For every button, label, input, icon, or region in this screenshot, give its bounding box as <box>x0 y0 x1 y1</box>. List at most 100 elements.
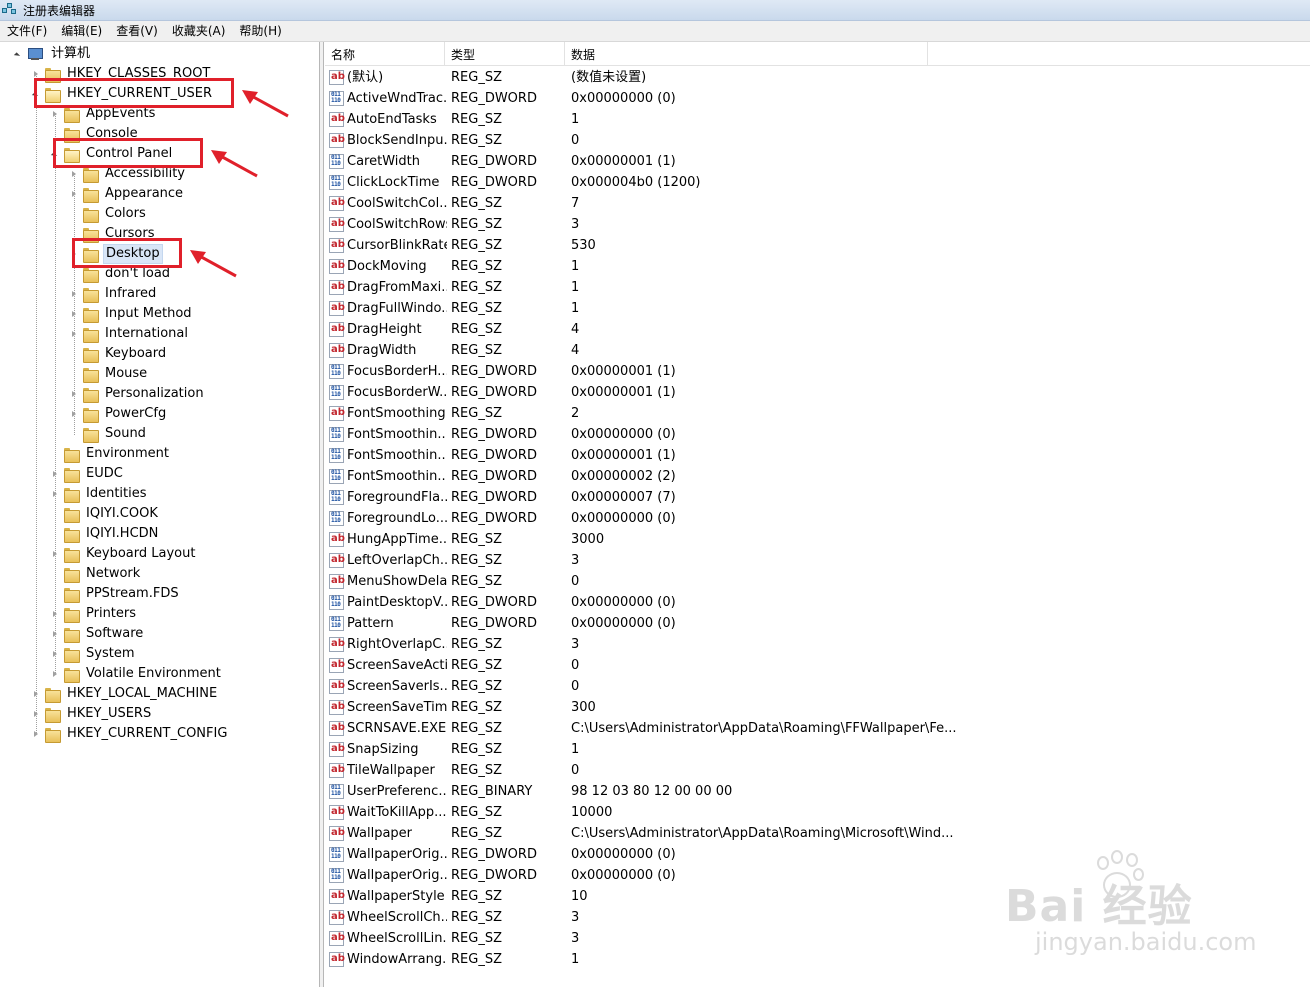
tree-node-iqiyi-cook[interactable]: IQIYI.COOK <box>51 504 160 524</box>
value-data-cell: 98 12 03 80 12 00 00 00 <box>571 784 733 799</box>
menu-edit[interactable]: 编辑(E) <box>54 21 109 41</box>
folder-icon <box>83 287 99 303</box>
tree-node-identities[interactable]: Identities <box>51 484 149 504</box>
value-row[interactable]: FontSmoothin... REG_DWORD 0x00000001 (1) <box>325 445 1310 466</box>
value-row[interactable]: ForegroundFla... REG_DWORD 0x00000007 (7) <box>325 487 1310 508</box>
folder-icon <box>64 467 80 483</box>
pane-splitter[interactable] <box>320 42 324 987</box>
tree-node-input-method[interactable]: Input Method <box>70 304 194 324</box>
value-type-cell: REG_DWORD <box>451 175 537 190</box>
tree-node-colors[interactable]: Colors <box>70 204 148 224</box>
value-row[interactable]: DragFromMaxi... REG_SZ 1 <box>325 277 1310 298</box>
tree-node-eudc[interactable]: EUDC <box>51 464 125 484</box>
tree-node-iqiyi-hcdn[interactable]: IQIYI.HCDN <box>51 524 160 544</box>
tree-node-keyboard-layout[interactable]: Keyboard Layout <box>51 544 197 564</box>
tree-node-international[interactable]: International <box>70 324 190 344</box>
tree-node-powercfg[interactable]: PowerCfg <box>70 404 168 424</box>
tree-node-hkey-users[interactable]: HKEY_USERS <box>32 704 153 724</box>
value-row[interactable]: Pattern REG_DWORD 0x00000000 (0) <box>325 613 1310 634</box>
value-row[interactable]: ActiveWndTrac... REG_DWORD 0x00000000 (0) <box>325 88 1310 109</box>
value-row[interactable]: WaitToKillApp... REG_SZ 10000 <box>325 802 1310 823</box>
binary-value-icon <box>329 364 344 379</box>
tree-node-printers[interactable]: Printers <box>51 604 138 624</box>
value-row[interactable]: DockMoving REG_SZ 1 <box>325 256 1310 277</box>
tree-node-mouse[interactable]: Mouse <box>70 364 149 384</box>
value-row[interactable]: (默认) REG_SZ (数值未设置) <box>325 67 1310 88</box>
menu-view[interactable]: 查看(V) <box>109 21 165 41</box>
tree-node-label: 计算机 <box>51 46 91 61</box>
tree-node-appearance[interactable]: Appearance <box>70 184 185 204</box>
tree-node-label: Software <box>86 626 144 641</box>
value-row[interactable]: UserPreferenc... REG_BINARY 98 12 03 80 12… <box>325 781 1310 802</box>
tree-node-network[interactable]: Network <box>51 564 142 584</box>
annotation-highlight-box <box>53 138 203 168</box>
value-row[interactable]: ScreenSaverIs... REG_SZ 0 <box>325 676 1310 697</box>
value-row[interactable]: LeftOverlapCh... REG_SZ 3 <box>325 550 1310 571</box>
value-row[interactable]: FontSmoothing REG_SZ 2 <box>325 403 1310 424</box>
tree-node-hkey-local-machine[interactable]: HKEY_LOCAL_MACHINE <box>32 684 219 704</box>
collapse-arrow-icon[interactable] <box>14 50 23 59</box>
value-row[interactable]: FocusBorderH... REG_DWORD 0x00000001 (1) <box>325 361 1310 382</box>
menu-favorites[interactable]: 收藏夹(A) <box>165 21 233 41</box>
value-type-cell: REG_SZ <box>451 805 502 820</box>
value-row[interactable]: FocusBorderW... REG_DWORD 0x00000001 (1) <box>325 382 1310 403</box>
tree-node-sound[interactable]: Sound <box>70 424 148 444</box>
value-row[interactable]: TileWallpaper REG_SZ 0 <box>325 760 1310 781</box>
folder-icon <box>64 587 80 603</box>
value-row[interactable]: MenuShowDelay REG_SZ 0 <box>325 571 1310 592</box>
value-name-cell: FontSmoothing <box>347 406 446 421</box>
value-row[interactable]: ScreenSaveTim... REG_SZ 300 <box>325 697 1310 718</box>
value-name-cell: WindowArrang... <box>347 952 447 967</box>
value-row[interactable]: Wallpaper REG_SZ C:\Users\Administrator\Ap… <box>325 823 1310 844</box>
watermark-url: jingyan.baidu.com <box>1035 928 1257 956</box>
tree-node-计算机[interactable]: 计算机 <box>14 44 92 64</box>
value-row[interactable]: DragWidth REG_SZ 4 <box>325 340 1310 361</box>
value-type-cell: REG_DWORD <box>451 847 537 862</box>
value-row[interactable]: HungAppTime... REG_SZ 3000 <box>325 529 1310 550</box>
registry-values-pane[interactable]: 名称 类型 数据 (默认) REG_SZ (数值未设置) ActiveWndTrac.… <box>325 42 1310 987</box>
tree-node-ppstream-fds[interactable]: PPStream.FDS <box>51 584 181 604</box>
value-row[interactable]: CoolSwitchCol... REG_SZ 7 <box>325 193 1310 214</box>
value-row[interactable]: CoolSwitchRows REG_SZ 3 <box>325 214 1310 235</box>
window-titlebar: 注册表编辑器 <box>0 0 1310 21</box>
value-row[interactable]: ForegroundLo... REG_DWORD 0x00000000 (0) <box>325 508 1310 529</box>
value-type-cell: REG_DWORD <box>451 490 537 505</box>
value-row[interactable]: ClickLockTime REG_DWORD 0x000004b0 (1200) <box>325 172 1310 193</box>
folder-icon <box>64 547 80 563</box>
column-header-name[interactable]: 名称 <box>325 42 445 66</box>
column-header-type[interactable]: 类型 <box>445 42 565 66</box>
tree-node-hkey-current-config[interactable]: HKEY_CURRENT_CONFIG <box>32 724 229 744</box>
value-row[interactable]: PaintDesktopV... REG_DWORD 0x00000000 (0) <box>325 592 1310 613</box>
tree-node-keyboard[interactable]: Keyboard <box>70 344 168 364</box>
value-type-cell: REG_DWORD <box>451 595 537 610</box>
value-row[interactable]: CaretWidth REG_DWORD 0x00000001 (1) <box>325 151 1310 172</box>
tree-node-label: Volatile Environment <box>86 666 221 681</box>
value-row[interactable]: FontSmoothin... REG_DWORD 0x00000002 (2) <box>325 466 1310 487</box>
value-row[interactable]: ScreenSaveActi... REG_SZ 0 <box>325 655 1310 676</box>
value-row[interactable]: RightOverlapC... REG_SZ 3 <box>325 634 1310 655</box>
value-row[interactable]: CursorBlinkRate REG_SZ 530 <box>325 235 1310 256</box>
value-name-cell: WaitToKillApp... <box>347 805 447 820</box>
menu-help[interactable]: 帮助(H) <box>232 21 288 41</box>
value-data-cell: 0x00000000 (0) <box>571 427 676 442</box>
column-header-data[interactable]: 数据 <box>565 42 928 66</box>
string-value-icon <box>329 406 345 421</box>
tree-node-environment[interactable]: Environment <box>51 444 171 464</box>
value-row[interactable]: DragHeight REG_SZ 4 <box>325 319 1310 340</box>
tree-node-software[interactable]: Software <box>51 624 145 644</box>
menu-file[interactable]: 文件(F) <box>0 21 54 41</box>
value-row[interactable]: SCRNSAVE.EXE REG_SZ C:\Users\Administrator… <box>325 718 1310 739</box>
value-row[interactable]: SnapSizing REG_SZ 1 <box>325 739 1310 760</box>
value-row[interactable]: AutoEndTasks REG_SZ 1 <box>325 109 1310 130</box>
registry-tree-pane[interactable]: 计算机 HKEY_CLASSES_ROOT HKEY_CURRENT_USER App… <box>0 42 320 987</box>
value-data-cell: 3 <box>571 553 580 568</box>
tree-node-label: IQIYI.HCDN <box>86 526 159 541</box>
value-row[interactable]: FontSmoothin... REG_DWORD 0x00000000 (0) <box>325 424 1310 445</box>
tree-node-volatile-environment[interactable]: Volatile Environment <box>51 664 223 684</box>
value-row[interactable]: BlockSendInpu... REG_SZ 0 <box>325 130 1310 151</box>
tree-node-infrared[interactable]: Infrared <box>70 284 158 304</box>
tree-node-personalization[interactable]: Personalization <box>70 384 206 404</box>
value-row[interactable]: DragFullWindo... REG_SZ 1 <box>325 298 1310 319</box>
tree-node-system[interactable]: System <box>51 644 136 664</box>
value-data-cell: 0 <box>571 679 580 694</box>
